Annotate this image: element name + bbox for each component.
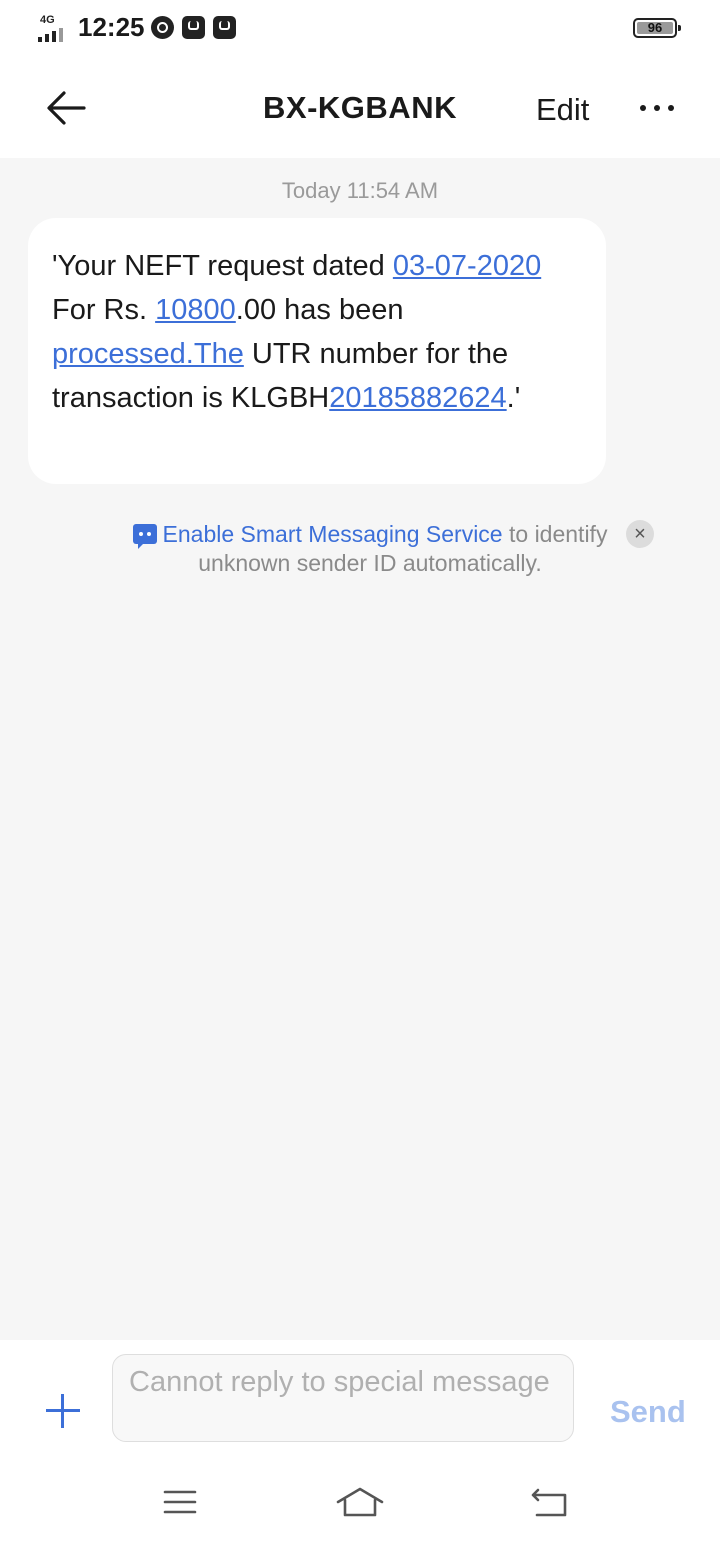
menu-button[interactable]: [155, 1482, 205, 1522]
menu-icon: [163, 1490, 197, 1514]
url-link[interactable]: processed.The: [52, 338, 244, 370]
shopping-bag-icon: [213, 16, 236, 39]
add-attachment-button[interactable]: [42, 1390, 82, 1430]
utr-number-link[interactable]: 20185882624: [329, 382, 506, 414]
battery-level: 96: [647, 20, 663, 35]
status-time: 12:25: [78, 12, 145, 42]
system-back-button[interactable]: [525, 1482, 575, 1522]
status-bar: 4G 12:25 96: [0, 0, 720, 58]
more-options-button[interactable]: [632, 90, 682, 126]
close-icon: ×: [634, 523, 646, 545]
message-timestamp: Today 11:54 AM: [281, 178, 439, 203]
speedometer-icon: [151, 16, 174, 39]
chat-bubble-icon: [132, 524, 157, 549]
message-text: For Rs.: [52, 294, 156, 326]
amount-link[interactable]: 10800: [155, 294, 236, 326]
microphone-icon: [182, 16, 205, 39]
more-horizontal-icon: [640, 105, 646, 111]
home-button[interactable]: [335, 1482, 385, 1522]
notification-icons: [151, 16, 236, 39]
sender-title: BX-KGBANK: [263, 90, 457, 125]
message-list[interactable]: Today 11:54 AM 'Your NEFT request dated …: [0, 158, 720, 1340]
edit-button[interactable]: Edit: [536, 92, 589, 128]
network-type-label: 4G: [40, 14, 55, 26]
date-link[interactable]: 03-07-2020: [393, 250, 541, 282]
message-text: .00 has been: [235, 294, 404, 326]
back-return-icon: [531, 1488, 567, 1517]
enable-smart-messaging-link[interactable]: Enable Smart Messaging Service: [163, 521, 503, 547]
send-button[interactable]: Send: [610, 1394, 686, 1430]
home-icon: [336, 1487, 384, 1517]
smart-messaging-notice: Enable Smart Messaging Service to identi…: [100, 520, 640, 578]
battery-icon: 96: [633, 18, 681, 38]
message-text: 'Your NEFT request dated: [52, 250, 393, 282]
system-navigation-bar: [0, 1462, 720, 1544]
conversation-header: BX-KGBANK Edit: [0, 58, 720, 158]
signal-icon: 4G: [38, 14, 70, 42]
message-text: .': [506, 382, 521, 414]
reply-input[interactable]: Cannot reply to special message: [112, 1354, 574, 1442]
message-bubble[interactable]: 'Your NEFT request dated 03-07-2020 For …: [28, 218, 606, 484]
composer-bar: Cannot reply to special message Send: [0, 1340, 720, 1544]
dismiss-notice-button[interactable]: ×: [626, 520, 654, 548]
